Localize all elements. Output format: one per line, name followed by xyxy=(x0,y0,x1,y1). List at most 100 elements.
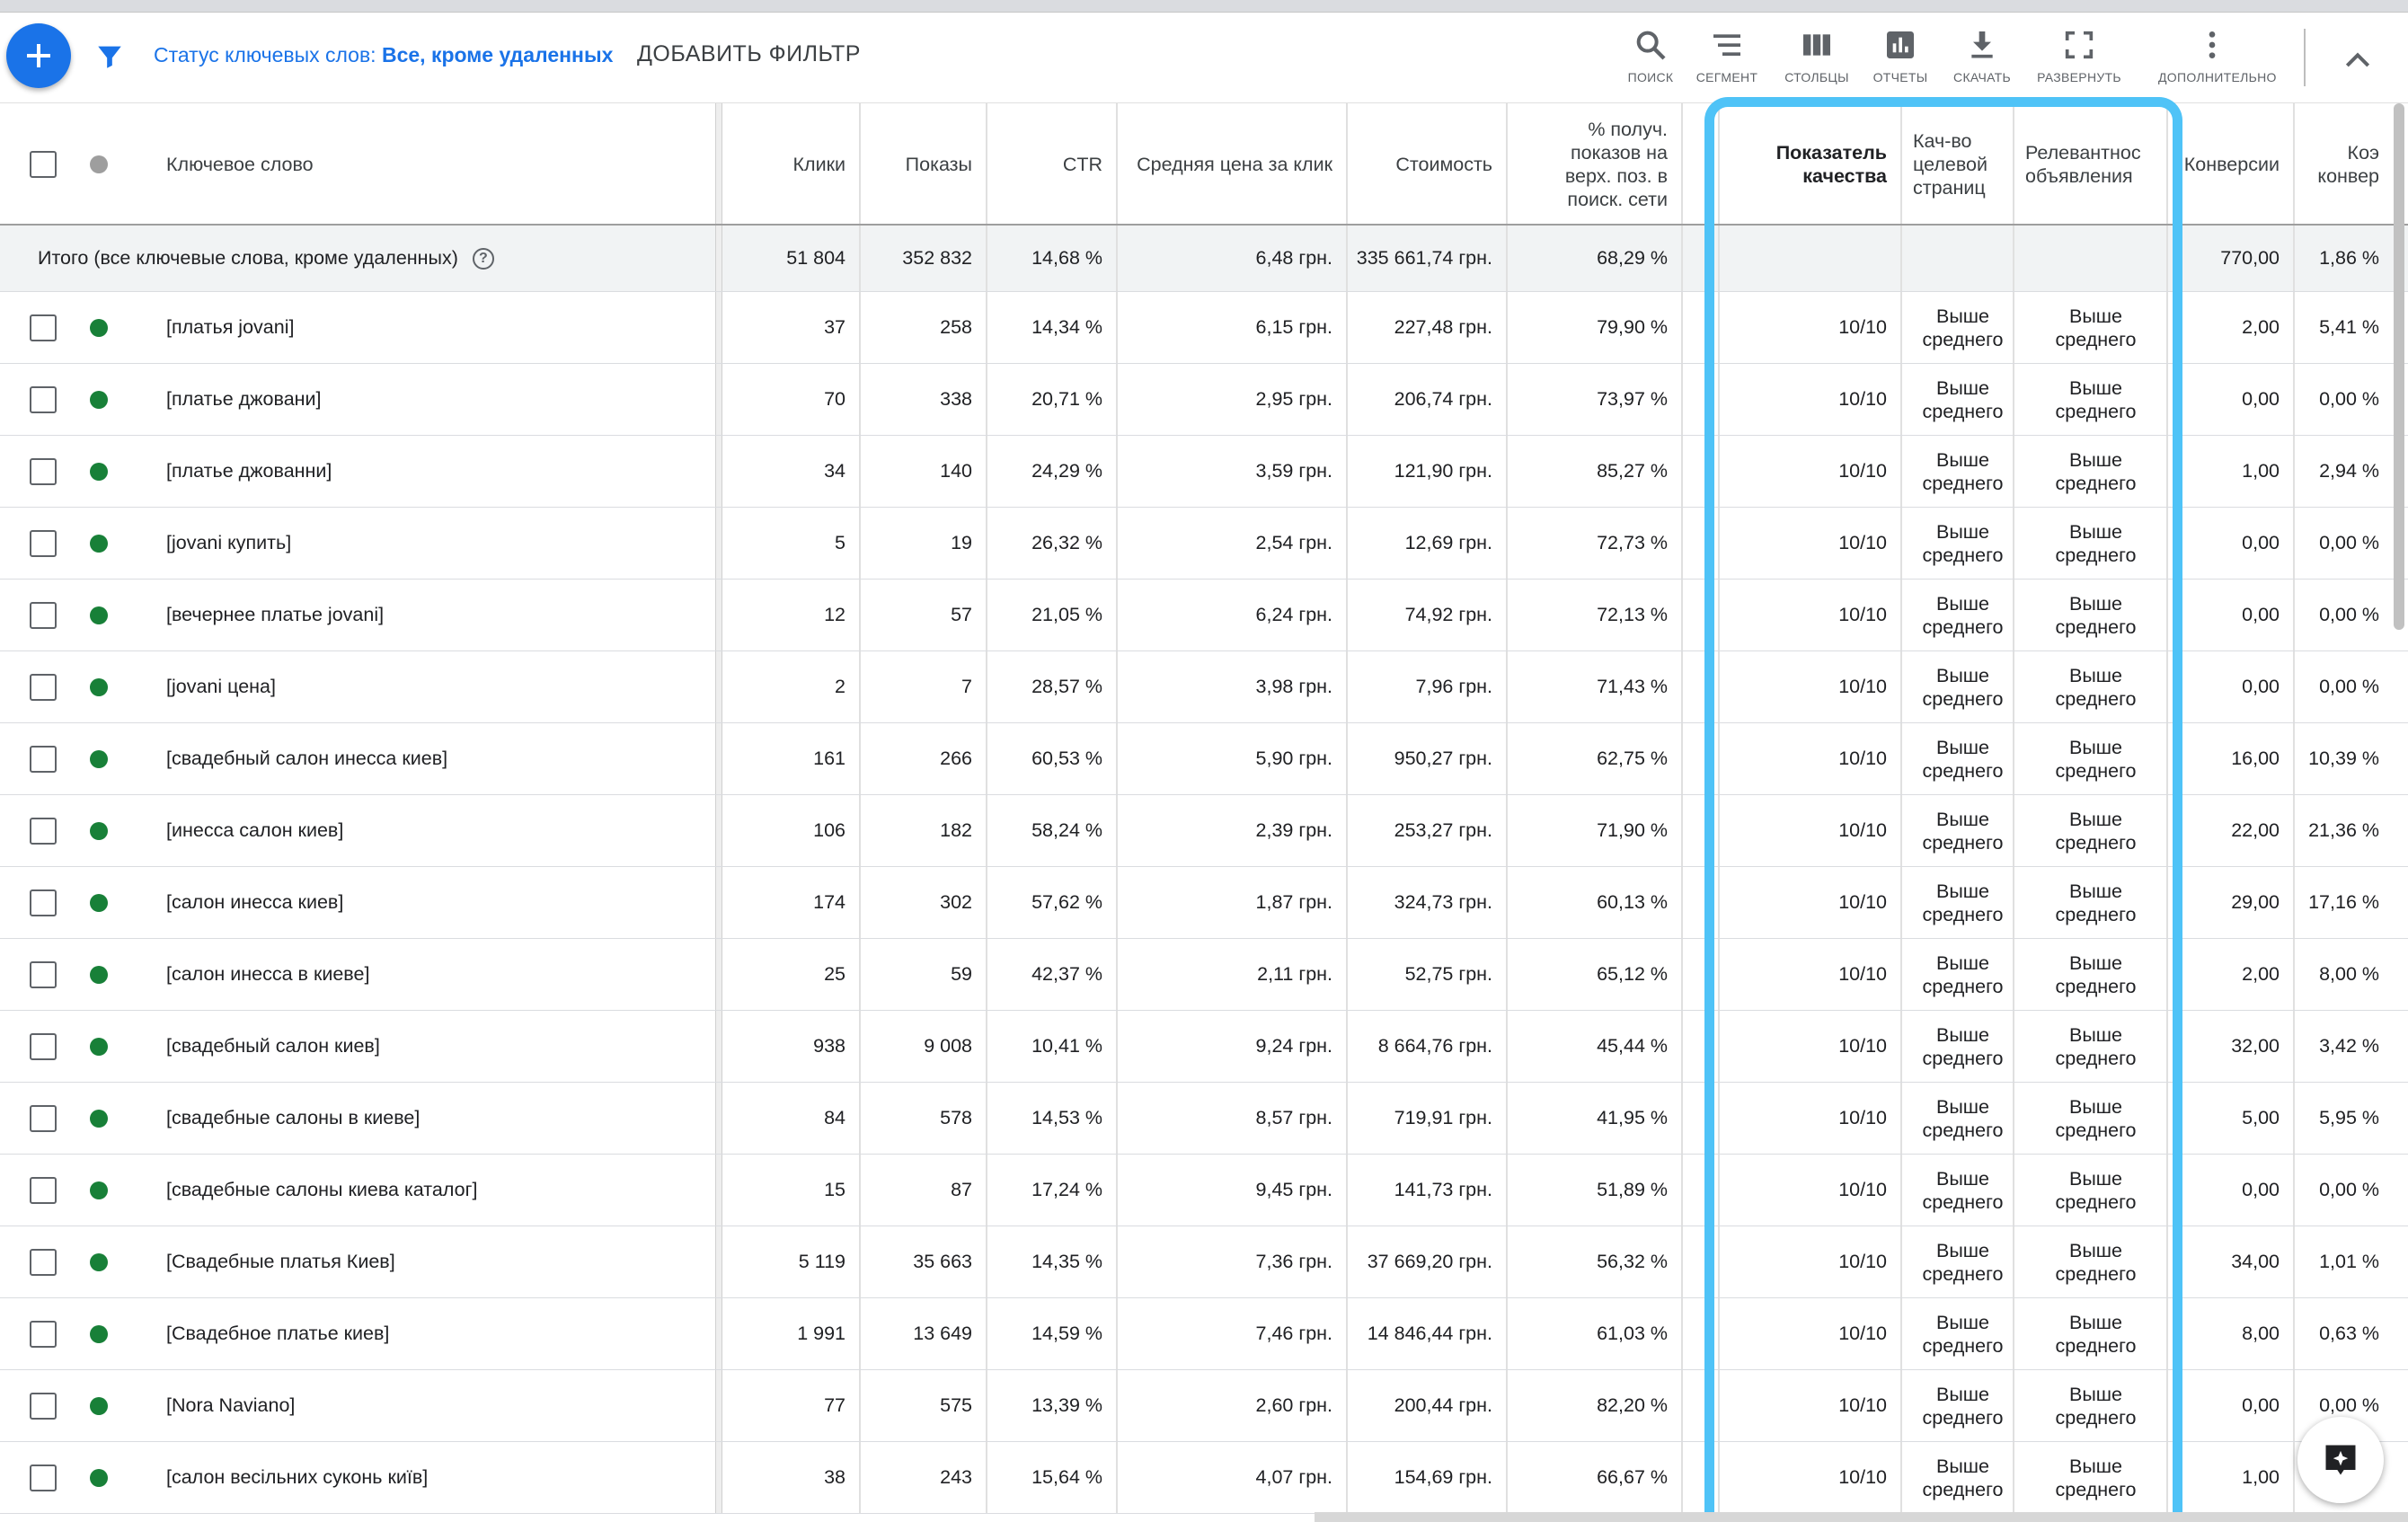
add-filter-button[interactable]: ДОБАВИТЬ ФИЛЬТР xyxy=(637,41,861,67)
fullscreen-tool-button[interactable]: РАЗВЕРНУТЬ xyxy=(2025,27,2133,84)
status-enabled-icon[interactable] xyxy=(90,822,108,840)
filter-icon[interactable] xyxy=(94,41,125,72)
status-enabled-icon[interactable] xyxy=(90,750,108,768)
help-icon[interactable]: ? xyxy=(472,247,494,270)
status-enabled-icon[interactable] xyxy=(90,606,108,624)
header-quality-score[interactable]: Показатель качества xyxy=(1719,103,1900,226)
keyword-status-filter-chip[interactable]: Статус ключевых слов: Все, кроме удаленн… xyxy=(154,43,613,67)
status-enabled-icon[interactable] xyxy=(90,1397,108,1415)
header-landing-page-experience[interactable]: Кач-во целевой страниц xyxy=(1901,103,2013,226)
row-checkbox[interactable] xyxy=(30,818,57,845)
row-checkbox[interactable] xyxy=(30,1321,57,1348)
status-enabled-icon[interactable] xyxy=(90,1110,108,1128)
header-qs-line-2: качества xyxy=(1802,165,1887,187)
status-enabled-icon[interactable] xyxy=(90,1325,108,1343)
keyword-text[interactable]: [свадебные салоны киева каталог] xyxy=(166,1155,705,1226)
status-enabled-icon[interactable] xyxy=(90,463,108,481)
keyword-text[interactable]: [Nora Naviano] xyxy=(166,1370,705,1441)
header-cost[interactable]: Стоимость xyxy=(1347,103,1506,226)
cell-quality-score: 10/10 xyxy=(1838,388,1887,410)
header-lp-line-1: Кач-во xyxy=(1913,130,1972,152)
row-checkbox[interactable] xyxy=(30,1393,57,1420)
cell-impressions: 302 xyxy=(940,891,972,913)
select-all-checkbox[interactable] xyxy=(30,151,57,178)
status-enabled-icon[interactable] xyxy=(90,391,108,409)
row-checkbox[interactable] xyxy=(30,1249,57,1276)
status-enabled-icon[interactable] xyxy=(90,1469,108,1487)
column-divider xyxy=(1681,103,1683,224)
keyword-text[interactable]: [jovani купить] xyxy=(166,508,705,579)
row-checkbox[interactable] xyxy=(30,746,57,773)
status-enabled-icon[interactable] xyxy=(90,1038,108,1056)
header-top-impression-share[interactable]: % получ. показов на верх. поз. в поиск. … xyxy=(1507,103,1681,226)
header-ad-relevance[interactable]: Релевантнос объявления xyxy=(2014,103,2166,226)
keyword-text[interactable]: [салон инесса киев] xyxy=(166,867,705,938)
keyword-text[interactable]: [салон инесса в киеве] xyxy=(166,939,705,1010)
status-enabled-icon[interactable] xyxy=(90,678,108,696)
vertical-scrollbar[interactable] xyxy=(2394,103,2404,630)
cell-conversions: 16,00 xyxy=(2231,748,2280,769)
status-enabled-icon[interactable] xyxy=(90,966,108,984)
keyword-text[interactable]: [платье джовани] xyxy=(166,364,705,435)
header-conversions[interactable]: Конверсии xyxy=(2167,103,2293,226)
filter-status-value: Все, кроме удаленных xyxy=(381,43,614,66)
ad-relevance-line-2: среднего xyxy=(2055,831,2137,854)
row-checkbox[interactable] xyxy=(30,1033,57,1060)
keyword-text[interactable]: [свадебный салон инесса киев] xyxy=(166,723,705,794)
cell-cost: 719,91 грн. xyxy=(1394,1107,1492,1128)
row-checkbox[interactable] xyxy=(30,530,57,557)
status-enabled-icon[interactable] xyxy=(90,319,108,337)
row-checkbox[interactable] xyxy=(30,1105,57,1132)
status-enabled-icon[interactable] xyxy=(90,1181,108,1199)
row-checkbox[interactable] xyxy=(30,602,57,629)
keyword-text[interactable]: [инесса салон киев] xyxy=(166,795,705,866)
row-checkbox[interactable] xyxy=(30,1464,57,1491)
row-checkbox[interactable] xyxy=(30,889,57,916)
header-impressions[interactable]: Показы xyxy=(860,103,986,226)
keyword-text[interactable]: [платья jovani] xyxy=(166,292,705,363)
row-checkbox[interactable] xyxy=(30,1177,57,1204)
keyword-text[interactable]: [салон весільних суконь київ] xyxy=(166,1442,705,1513)
row-checkbox[interactable] xyxy=(30,314,57,341)
header-conversion-rate[interactable]: Коэ конвер xyxy=(2294,103,2393,226)
landing-page-line-2: среднего xyxy=(1922,1119,2004,1141)
cell-ad-relevance: Выше среднего xyxy=(2014,867,2166,938)
assistant-button[interactable] xyxy=(2297,1417,2384,1503)
row-checkbox[interactable] xyxy=(30,674,57,701)
keyword-text[interactable]: [Свадебное платье киев] xyxy=(166,1298,705,1369)
row-checkbox[interactable] xyxy=(30,961,57,988)
keyword-text[interactable]: [свадебные салоны в киеве] xyxy=(166,1083,705,1154)
row-checkbox[interactable] xyxy=(30,458,57,485)
status-enabled-icon[interactable] xyxy=(90,1253,108,1271)
cell-cost: 141,73 грн. xyxy=(1394,1179,1492,1200)
keyword-text[interactable]: [Свадебные платья Киев] xyxy=(166,1226,705,1297)
status-enabled-icon[interactable] xyxy=(90,535,108,553)
header-ctr[interactable]: CTR xyxy=(987,103,1116,226)
column-divider xyxy=(1681,580,1683,650)
more-tool-button[interactable]: ДОПОЛНИТЕЛЬНО xyxy=(2158,27,2276,84)
row-checkbox[interactable] xyxy=(30,386,57,413)
landing-page-line-1: Выше xyxy=(1936,1167,1989,1190)
chevron-up-icon[interactable] xyxy=(2340,43,2376,79)
status-header-icon[interactable] xyxy=(90,155,108,173)
status-enabled-icon[interactable] xyxy=(90,894,108,912)
column-divider xyxy=(1681,1442,1683,1513)
cell-top-is: 60,13 % xyxy=(1597,891,1668,913)
cell-clicks: 70 xyxy=(824,388,845,410)
column-divider xyxy=(1681,795,1683,866)
horizontal-scrollbar[interactable] xyxy=(1315,1512,2408,1522)
keyword-text[interactable]: [jovani цена] xyxy=(166,651,705,722)
add-keyword-button[interactable] xyxy=(6,23,71,88)
header-keyword[interactable]: Ключевое слово xyxy=(166,103,714,226)
keyword-text[interactable]: [свадебный салон киев] xyxy=(166,1011,705,1082)
ad-relevance-line-2: среднего xyxy=(2055,328,2137,350)
keyword-text[interactable]: [платье джованни] xyxy=(166,436,705,507)
download-tool-button[interactable]: СКАЧАТЬ xyxy=(1928,27,2036,84)
cell-conversions: 0,00 xyxy=(2242,532,2280,553)
header-clicks[interactable]: Клики xyxy=(727,103,859,226)
keyword-text[interactable]: [вечернее платье jovani] xyxy=(166,580,705,650)
cell-ad-relevance: Выше среднего xyxy=(2014,1083,2166,1154)
header-avg-cpc[interactable]: Средняя цена за клик xyxy=(1117,103,1346,226)
cell-avg-cpc: 6,24 грн. xyxy=(1255,604,1332,625)
cell-ctr: 42,37 % xyxy=(1031,963,1102,985)
